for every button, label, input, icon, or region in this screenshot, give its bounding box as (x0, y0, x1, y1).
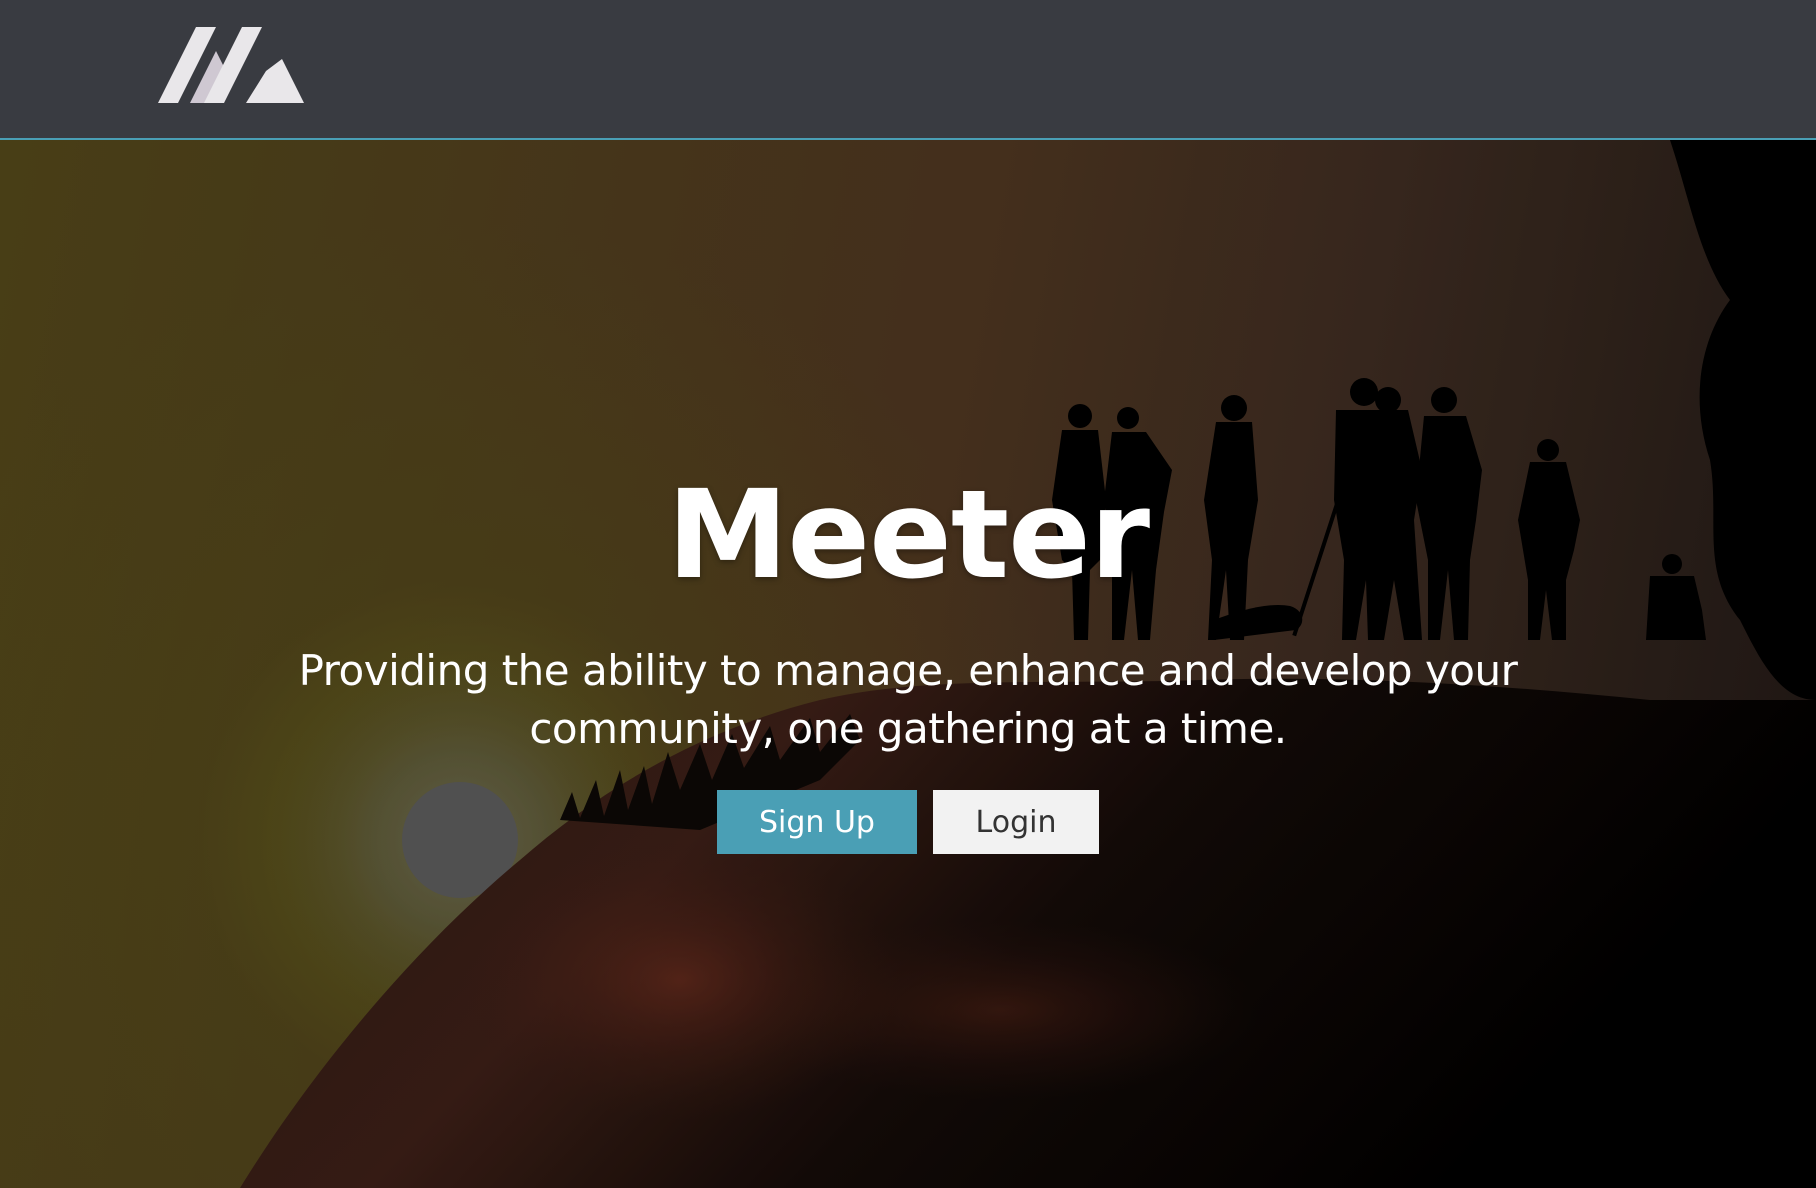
hero-tagline: Providing the ability to manage, enhance… (298, 646, 1518, 753)
signup-button[interactable]: Sign Up (717, 790, 917, 854)
meeter-logo-icon[interactable] (158, 27, 304, 103)
hero-content: Meeter Providing the ability to manage, … (0, 140, 1816, 1188)
hero-button-group: Sign Up Login (0, 790, 1816, 854)
hero-section: Meeter Providing the ability to manage, … (0, 140, 1816, 1188)
hero-title: Meeter (666, 464, 1150, 606)
login-button[interactable]: Login (933, 790, 1099, 854)
top-navbar (0, 0, 1816, 140)
landing-page: Meeter Providing the ability to manage, … (0, 0, 1816, 1188)
